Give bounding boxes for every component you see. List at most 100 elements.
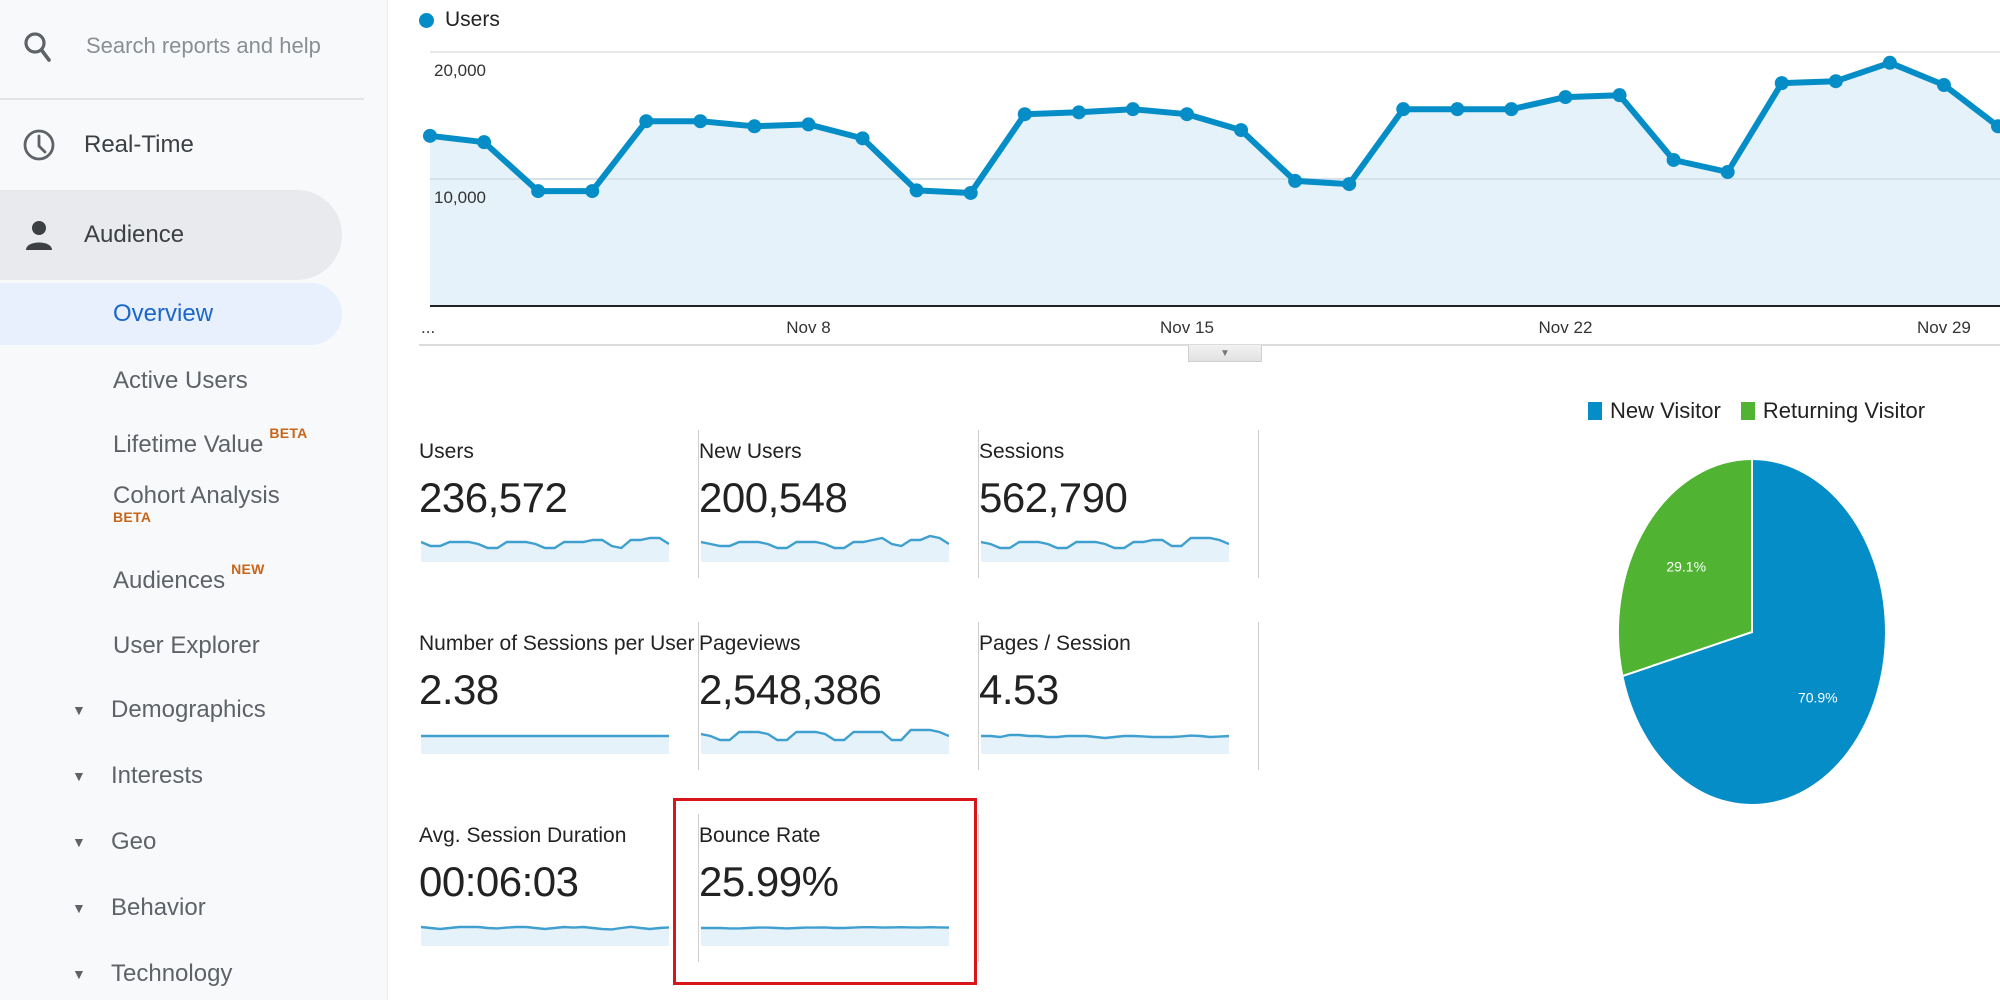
metric-value: 2,548,386	[699, 666, 882, 713]
nav-interests[interactable]: ▼ Interests	[72, 762, 203, 790]
data-point[interactable]	[801, 117, 816, 132]
data-point[interactable]	[1234, 123, 1249, 138]
data-point[interactable]	[909, 183, 924, 198]
data-point[interactable]	[1612, 88, 1627, 103]
pie-legend: New Visitor Returning Visitor	[1588, 398, 1945, 424]
data-point[interactable]	[1396, 102, 1411, 117]
metric-value: 4.53	[979, 666, 1059, 713]
metric-value: 236,572	[419, 474, 568, 521]
metric-tile-sessions[interactable]: Sessions 562,790	[979, 430, 1259, 578]
metric-tile-pages-session[interactable]: Pages / Session 4.53	[979, 622, 1259, 770]
data-point[interactable]	[1342, 177, 1357, 192]
nav-lifetime-value-label: Lifetime Value	[113, 431, 264, 458]
data-point[interactable]	[1179, 107, 1194, 122]
metric-label: Number of Sessions per User	[419, 632, 695, 655]
nav-lifetime-value[interactable]: Lifetime Value BETA	[113, 425, 308, 459]
data-point[interactable]	[423, 128, 437, 143]
y-tick-label: 20,000	[434, 61, 486, 80]
metric-tile-new-users[interactable]: New Users 200,548	[699, 430, 979, 578]
data-point[interactable]	[1666, 152, 1681, 167]
data-point[interactable]	[1558, 90, 1573, 105]
nav-active-users-label: Active Users	[113, 367, 248, 394]
data-point[interactable]	[1288, 173, 1303, 188]
collapse-chart-toggle[interactable]: ▼	[1188, 345, 1262, 362]
new-visitor-label: New Visitor	[1610, 398, 1721, 423]
data-point[interactable]	[693, 114, 708, 129]
sparkline	[981, 536, 1229, 562]
triangle-down-icon: ▼	[1220, 347, 1230, 359]
caret-down-icon: ▼	[72, 966, 86, 982]
data-point[interactable]	[1017, 107, 1032, 122]
metric-tile-users[interactable]: Users 236,572	[419, 430, 699, 578]
sparkline	[701, 534, 949, 562]
x-tick-label: Nov 15	[1160, 318, 1214, 337]
nav-behavior-label: Behavior	[111, 894, 206, 921]
nav-user-explorer[interactable]: User Explorer	[113, 632, 260, 660]
tile-divider	[1258, 430, 1259, 578]
nav-audiences[interactable]: Audiences NEW	[113, 561, 265, 595]
y-tick-label: 10,000	[434, 188, 486, 207]
metric-tile-pageviews[interactable]: Pageviews 2,548,386	[699, 622, 979, 770]
visitor-pie-chart: 70.9% 29.1%	[1616, 457, 1887, 806]
x-tick-label: Nov 22	[1539, 318, 1593, 337]
metric-tile-bounce-rate[interactable]: Bounce Rate 25.99%	[699, 814, 979, 962]
data-point[interactable]	[747, 119, 762, 134]
x-tick-label: Nov 29	[1917, 318, 1971, 337]
sparkline	[421, 734, 669, 754]
data-point[interactable]	[639, 114, 654, 129]
data-point[interactable]	[585, 184, 600, 199]
pie-slice-label: 70.9%	[1798, 690, 1838, 706]
sparkline	[421, 536, 669, 562]
nav-demographics[interactable]: ▼ Demographics	[72, 696, 266, 724]
sparkline	[981, 733, 1229, 754]
nav-technology[interactable]: ▼ Technology	[72, 960, 232, 988]
metric-label: Avg. Session Duration	[419, 824, 627, 847]
legend-new-visitor[interactable]: New Visitor	[1588, 398, 1721, 424]
data-point[interactable]	[1774, 76, 1789, 91]
caret-down-icon: ▼	[72, 834, 86, 850]
data-point[interactable]	[1828, 74, 1843, 89]
data-point[interactable]	[855, 131, 870, 146]
x-tick-label: Nov 8	[786, 318, 830, 337]
nav-active-users[interactable]: Active Users	[113, 367, 248, 395]
metric-value: 2.38	[419, 666, 499, 713]
metric-label: New Users	[699, 440, 802, 463]
caret-down-icon: ▼	[72, 768, 86, 784]
sparkline	[701, 728, 949, 754]
x-tick-label: ...	[421, 318, 435, 337]
sparkline-area	[701, 927, 949, 946]
nav-behavior[interactable]: ▼ Behavior	[72, 894, 206, 922]
data-point[interactable]	[1450, 102, 1465, 117]
metric-tile-number-of-sessions-per-user[interactable]: Number of Sessions per User 2.38	[419, 622, 699, 770]
legend-returning-visitor[interactable]: Returning Visitor	[1740, 398, 1925, 424]
data-point[interactable]	[1504, 102, 1519, 117]
data-point[interactable]	[1882, 55, 1897, 70]
sparkline	[701, 925, 949, 946]
nav-interests-label: Interests	[111, 762, 204, 789]
new-badge: NEW	[231, 561, 265, 577]
data-point[interactable]	[1125, 102, 1140, 117]
sparkline-area	[421, 736, 669, 754]
nav-cohort-analysis-label: Cohort Analysis	[113, 482, 280, 509]
users-area	[430, 62, 2000, 306]
sparkline-line	[701, 925, 949, 930]
caret-down-icon: ▼	[72, 900, 86, 916]
nav-user-explorer-label: User Explorer	[113, 632, 260, 659]
metric-label: Pageviews	[699, 632, 801, 655]
metric-label: Sessions	[979, 440, 1065, 463]
nav-cohort-analysis[interactable]: Cohort Analysis BETA	[113, 482, 280, 525]
data-point[interactable]	[531, 184, 546, 199]
metric-tile-avg-session-duration[interactable]: Avg. Session Duration 00:06:03	[419, 814, 699, 962]
metric-label: Bounce Rate	[699, 824, 821, 847]
data-point[interactable]	[477, 135, 492, 150]
data-point[interactable]	[1720, 165, 1735, 180]
new-visitor-swatch	[1588, 402, 1602, 420]
nav-audiences-label: Audiences	[113, 567, 226, 594]
returning-visitor-swatch	[1740, 402, 1755, 420]
nav-technology-label: Technology	[111, 960, 233, 987]
data-point[interactable]	[1071, 105, 1086, 120]
data-point[interactable]	[963, 185, 978, 200]
data-point[interactable]	[1936, 78, 1951, 93]
nav-geo[interactable]: ▼ Geo	[72, 828, 156, 856]
tile-divider	[978, 814, 979, 962]
